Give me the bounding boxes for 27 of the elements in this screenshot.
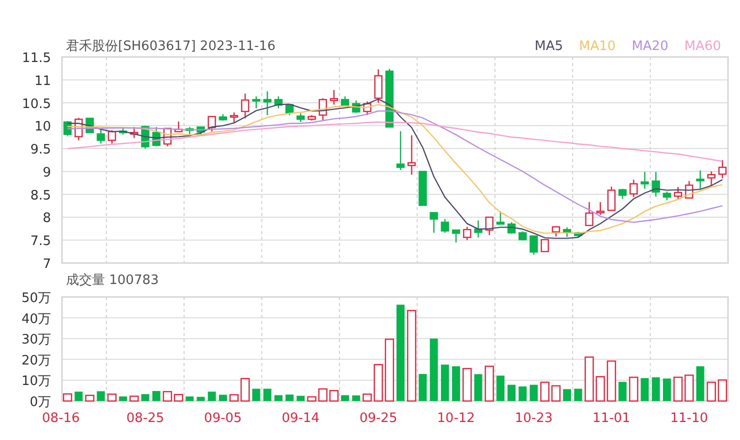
x-axis-label: 08-25	[126, 411, 164, 426]
volume-title: 成交量 100783	[66, 273, 159, 288]
x-axis-label: 11-01	[592, 411, 630, 426]
x-axis-label: 10-23	[514, 411, 553, 426]
y-axis-label: 11	[34, 74, 51, 89]
chart-title: 君禾股份[SH603617] 2023-11-16	[66, 38, 276, 56]
x-axis-label: 08-16	[42, 411, 80, 426]
y-axis-label: 8	[42, 211, 51, 226]
x-axis-label: 09-05	[204, 411, 242, 426]
x-axis-label: 09-14	[282, 411, 320, 426]
y-axis-label: 10	[34, 120, 51, 135]
y-axis-label: 30万	[21, 332, 51, 348]
x-axis-label: 09-25	[359, 411, 398, 426]
y-axis-label: 20万	[21, 353, 51, 368]
y-axis-label: 10.5	[22, 96, 51, 112]
y-axis-label: 11.5	[22, 52, 51, 66]
y-axis-label: 10万	[21, 374, 51, 390]
x-axis-label: 11-10	[670, 411, 708, 426]
y-axis-label: 7	[42, 257, 51, 270]
y-axis-label: 9.5	[30, 142, 51, 158]
y-axis-label: 40万	[21, 312, 51, 327]
y-axis-label: 8.5	[30, 188, 51, 204]
y-axis-label: 7.5	[30, 234, 51, 250]
y-axis-label: 9	[42, 165, 51, 180]
y-axis-label: 50万	[21, 292, 51, 306]
x-axis-label: 10-12	[437, 411, 475, 426]
y-axis-label: 0万	[30, 395, 51, 410]
